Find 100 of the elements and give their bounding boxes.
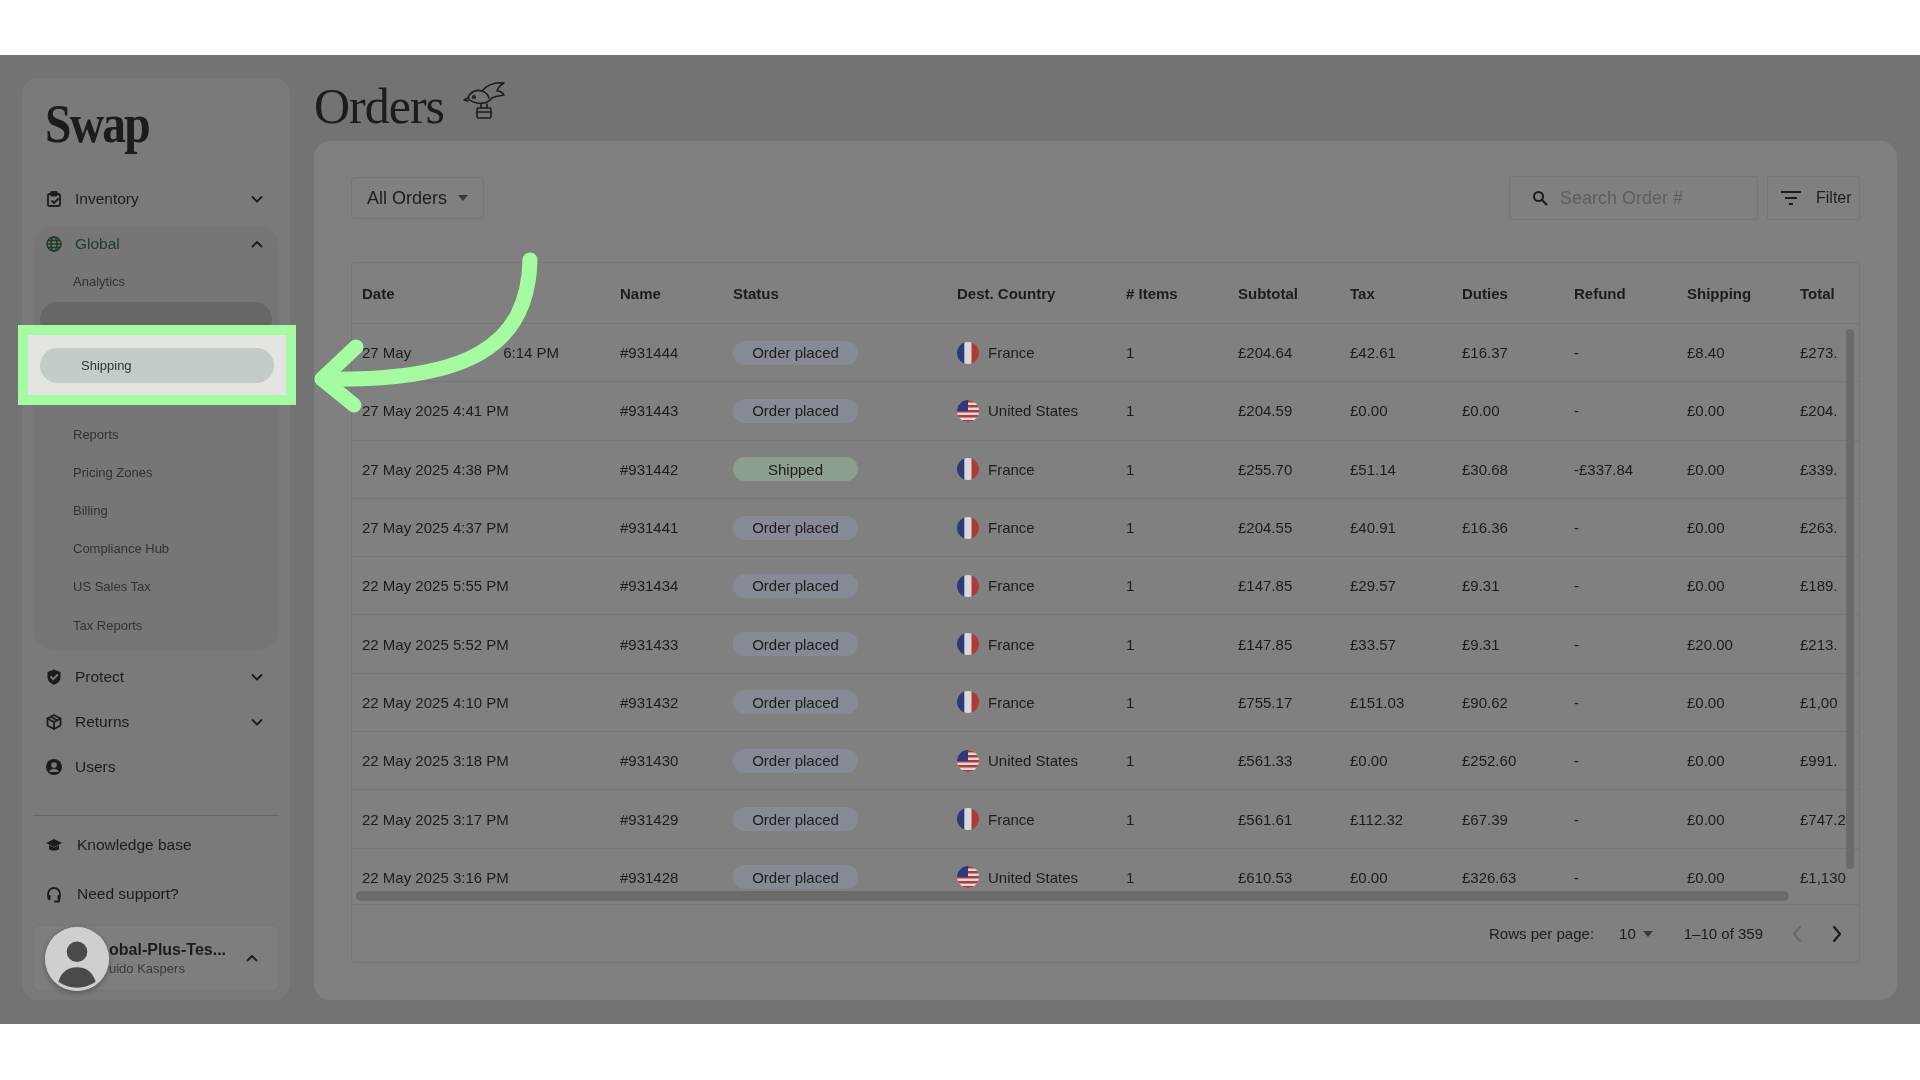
nav-item[interactable]: Global — [33, 226, 279, 263]
status-badge: Order placed — [733, 340, 858, 365]
column-header[interactable]: Tax — [1350, 284, 1462, 302]
tricolour-flag-icon — [957, 808, 979, 830]
nav-subitem[interactable]: Billing — [33, 491, 279, 530]
order-row[interactable]: 22 May 2025 3:18 PM #931430 Order placed United States 1 £561.33 £0.00 £252.60 - £0.00 £991. — [352, 732, 1859, 791]
nav-subitem[interactable]: Tax Reports — [33, 606, 279, 645]
column-header[interactable]: Subtotal — [1238, 284, 1350, 302]
filter-icon — [1780, 190, 1802, 206]
order-row[interactable]: 22 May 2025 5:55 PM #931434 Order placed France 1 £147.85 £29.57 £9.31 - £0.00 £189. — [352, 557, 1859, 616]
status-badge: Order placed — [733, 398, 858, 423]
table-cell-text: £0.00 — [1687, 519, 1726, 537]
order-row[interactable]: 22 May 2025 5:52 PM #931433 Order placed France 1 £147.85 £33.57 £9.31 - £20.00 £213. — [352, 615, 1859, 674]
order-row[interactable]: 22 May 2025 4:10 PM #931432 Order placed France 1 £755.17 £151.03 £90.62 - £0.00 £1,00 — [352, 673, 1859, 733]
order-row[interactable]: 27 May 6:14 PM #931444 Order placed France 1 £204.64 £42.61 £16.37 - £8.40 £273. — [352, 324, 1859, 383]
nav-subitem[interactable]: Analytics — [33, 262, 279, 301]
table-cell-text: £1,130 — [1800, 868, 1847, 886]
table-cell-text: £90.62 — [1462, 693, 1509, 711]
table-cell-text: #931442 — [620, 460, 680, 478]
table-cell-text: £610.53 — [1238, 868, 1294, 886]
headset-icon — [45, 885, 63, 904]
table-cell-text: £189. — [1800, 577, 1839, 595]
table-cell-text: 22 May 2025 4:10 PM — [362, 693, 510, 711]
search-icon — [1532, 190, 1548, 206]
table-cell-text: 22 May 2025 3:17 PM — [362, 810, 510, 828]
avatar-icon — [45, 927, 109, 992]
table-cell: France — [988, 460, 1035, 478]
table-cell-text: £0.00 — [1350, 868, 1389, 886]
table-cell-text: £0.00 — [1687, 752, 1726, 770]
status-badge: Shipped — [733, 457, 858, 482]
column-header[interactable]: Total — [1800, 284, 1859, 302]
table-cell: 6:14 PM — [503, 344, 560, 362]
table-cell-text: £755.17 — [1238, 693, 1294, 711]
column-header[interactable]: Dest. Country — [957, 284, 1126, 302]
table-cell-text: £0.00 — [1687, 402, 1726, 420]
table-cell-text: 1 — [1126, 752, 1136, 770]
order-row[interactable]: 22 May 2025 3:17 PM #931429 Order placed France 1 £561.61 £112.32 £67.39 - £0.00 £747.2 — [352, 790, 1859, 849]
status-badge: Order placed — [733, 573, 858, 598]
status-badge: Order placed — [733, 748, 858, 773]
status-badge: Order placed — [733, 690, 858, 715]
table-cell-text: £1,00 — [1800, 693, 1839, 711]
order-row[interactable]: 27 May 2025 4:37 PM #931441 Order placed France 1 £204.55 £40.91 £16.36 - £0.00 £263. — [352, 498, 1859, 558]
column-header[interactable]: Shipping — [1687, 284, 1800, 302]
table-cell: France — [988, 693, 1035, 711]
tricolour-flag-icon — [957, 574, 979, 597]
nav-item[interactable]: Inventory — [33, 181, 279, 218]
rows-per-page-select[interactable]: 10 — [1619, 925, 1654, 942]
logo: Swap — [45, 94, 149, 156]
table-cell-text: £67.39 — [1462, 810, 1509, 828]
table-cell-text: - — [1574, 752, 1580, 770]
shield-icon — [45, 668, 63, 687]
nav-subitem[interactable]: Shipping — [40, 348, 274, 383]
view-dropdown[interactable]: All Orders — [351, 177, 484, 219]
table-cell: 27 May — [362, 344, 412, 362]
table-cell-text: 27 May 2025 4:37 PM — [362, 519, 510, 537]
nav-item[interactable]: Protect — [33, 659, 279, 695]
column-header[interactable]: Refund — [1574, 284, 1687, 302]
table-cell: United States — [988, 752, 1079, 770]
nav-subitem[interactable]: US Sales Tax — [33, 567, 279, 606]
column-header[interactable]: Duties — [1462, 284, 1574, 302]
table-cell-text: - — [1574, 868, 1580, 886]
table-cell-text: £9.31 — [1462, 635, 1501, 653]
order-row[interactable]: 27 May 2025 4:38 PM #931442 Shipped France 1 £255.70 £51.14 £30.68 -£337.84 £0.00 £339. — [352, 440, 1859, 499]
table-cell-text: - — [1574, 402, 1580, 420]
table-cell-text: £151.03 — [1350, 693, 1406, 711]
table-cell-text: - — [1574, 635, 1580, 653]
table-cell-text: £263. — [1800, 519, 1839, 537]
table-cell-text: -£337.84 — [1574, 460, 1635, 478]
table-cell-text: #931430 — [620, 752, 680, 770]
nav-subitem[interactable]: Reports — [33, 415, 279, 454]
column-header[interactable]: # Items — [1126, 284, 1238, 302]
box-icon — [45, 712, 63, 731]
nav-item[interactable]: Users — [33, 748, 279, 785]
table-cell-text: £0.00 — [1687, 577, 1726, 595]
column-header[interactable]: Name — [620, 284, 733, 302]
table-cell-text: £20.00 — [1687, 635, 1734, 653]
sidebar-link[interactable]: Knowledge base — [33, 827, 279, 864]
column-header[interactable]: Date — [362, 284, 620, 302]
nav-item[interactable]: Returns — [33, 703, 279, 740]
filter-button[interactable]: Filter — [1767, 176, 1860, 220]
table-cell-text: £30.68 — [1462, 460, 1509, 478]
next-page-button[interactable] — [1831, 924, 1843, 943]
table-cell-text: #931441 — [620, 519, 680, 537]
sidebar-link[interactable]: Need support? — [33, 876, 279, 913]
table-cell-text: £339. — [1800, 460, 1839, 478]
order-row[interactable]: 27 May 2025 4:41 PM #931443 Order placed United States 1 £204.59 £0.00 £0.00 - £0.00 £204. — [352, 382, 1859, 441]
status-badge: Order placed — [733, 865, 858, 890]
table-cell-text: £252.60 — [1462, 752, 1518, 770]
status-badge: Order placed — [733, 807, 858, 831]
table-cell-text: 22 May 2025 3:16 PM — [362, 868, 510, 886]
table-cell-text: - — [1574, 577, 1580, 595]
nav-subitem[interactable]: Pricing Zones — [33, 453, 279, 492]
tricolour-flag-icon — [957, 691, 979, 714]
table-cell-text: £326.63 — [1462, 868, 1518, 886]
account-card[interactable]: obal-Plus-Tes... uido Kaspers — [33, 925, 279, 992]
table-cell: France — [988, 519, 1035, 537]
nav-subitem[interactable]: Compliance Hub — [33, 529, 279, 568]
table-cell-text: #931429 — [620, 810, 680, 828]
table-cell-text: - — [1574, 519, 1580, 537]
column-header[interactable]: Status — [733, 284, 957, 302]
